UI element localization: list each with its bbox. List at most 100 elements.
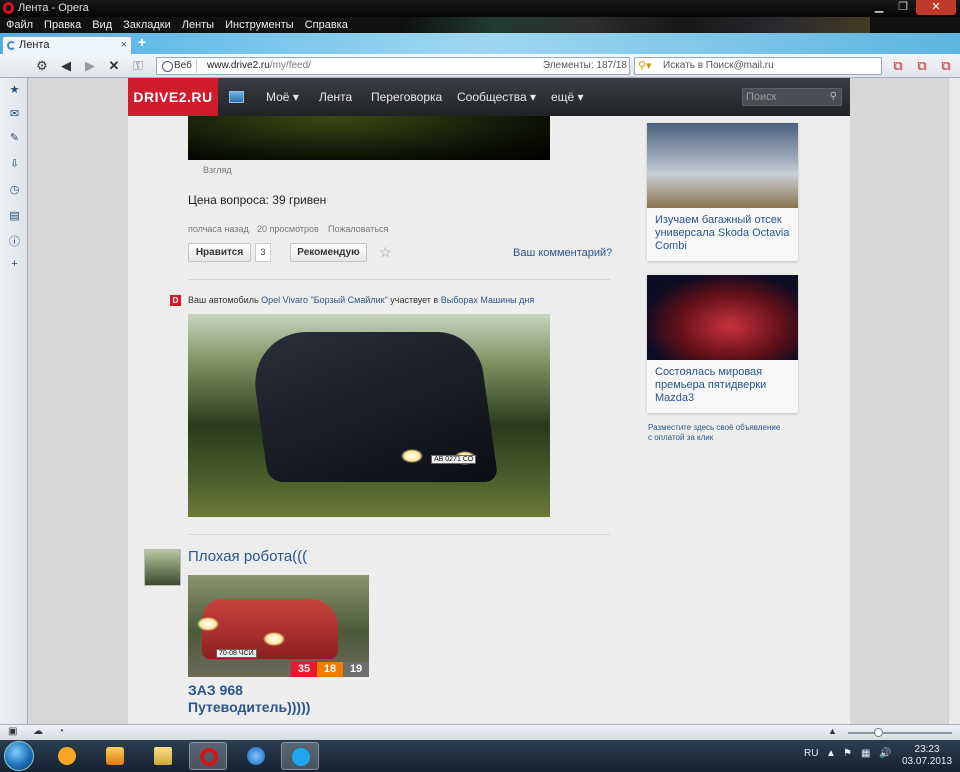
url-text[interactable]: www.drive2.ru/my/feed/	[207, 60, 311, 71]
car-title-link[interactable]: ЗАЗ 968 Путеводитель)))))	[188, 682, 310, 716]
network-icon[interactable]: ▦	[861, 748, 870, 759]
report-link[interactable]: Пожаловаться	[328, 224, 388, 234]
taskbar-explorer[interactable]	[144, 742, 182, 770]
post-views: 20 просмотров	[257, 224, 319, 234]
search-icon[interactable]: ⚲	[830, 91, 837, 102]
ad-caption[interactable]: Изучаем багажный отсек универсала Skoda …	[647, 208, 798, 261]
like-button[interactable]: Нравится	[188, 243, 251, 262]
windows-taskbar: RU ▲ ⚑ ▦ 🔊 23:23 03.07.2013	[0, 740, 960, 772]
favorite-star-icon[interactable]: ☆	[379, 244, 392, 261]
language-indicator[interactable]: RU	[804, 748, 818, 759]
stop-button[interactable]: ✕	[106, 58, 122, 74]
nav-feed[interactable]: Лента	[319, 90, 352, 104]
toolbar-icon-3[interactable]: ⧉	[938, 58, 954, 74]
minimize-button[interactable]: ▁	[868, 0, 890, 15]
recommend-button[interactable]: Рекомендую	[290, 243, 367, 262]
menu-bookmarks[interactable]: Закладки	[123, 19, 171, 31]
title-bar: Лента - Opera ▁ ❐ ✕	[0, 0, 960, 17]
toolbar-icon-2[interactable]: ⧉	[914, 58, 930, 74]
start-button[interactable]	[4, 741, 34, 771]
menu-edit[interactable]: Правка	[44, 19, 81, 31]
taskbar-aimp[interactable]	[48, 742, 86, 770]
page-viewport: DRIVE2.RU Моё ▾ Лента Переговорка Сообще…	[28, 78, 948, 724]
close-button[interactable]: ✕	[916, 0, 956, 15]
back-button[interactable]: ◀	[58, 58, 74, 74]
menu-file[interactable]: Файл	[6, 19, 33, 31]
panels-icon[interactable]: ▤	[8, 210, 21, 223]
forward-button[interactable]: ▶	[82, 58, 98, 74]
site-logo[interactable]: DRIVE2.RU	[128, 78, 218, 116]
status-bar: ▣ ☁ ◔ ▲	[0, 724, 960, 740]
post-photo[interactable]	[188, 116, 550, 160]
opera-logo-icon	[3, 2, 14, 14]
ad-image[interactable]	[647, 123, 798, 208]
menu-bar: Файл Правка Вид Закладки Ленты Инструмен…	[0, 17, 960, 33]
new-tab-button[interactable]: +	[135, 35, 149, 50]
taskbar-opera[interactable]	[189, 742, 227, 770]
turbo-icon[interactable]: ◔	[58, 726, 64, 737]
taskbar-media-player[interactable]	[96, 742, 134, 770]
downloads-icon[interactable]: ⇩	[8, 158, 21, 171]
car-of-day-notice: Ваш автомобиль Opel Vivaro "Борзый Смайл…	[188, 295, 535, 305]
tab-feed[interactable]: Лента ×	[2, 36, 132, 54]
unite-icon[interactable]: ☁	[33, 726, 43, 737]
volume-icon[interactable]: 🔊	[879, 748, 891, 759]
navigation-bar: ⚙ ◀ ▶ ✕ ⚿ Веб www.drive2.ru/my/feed/ Эле…	[0, 54, 960, 78]
action-center-icon[interactable]: ⚑	[843, 748, 852, 759]
info-icon[interactable]: ⓘ	[8, 236, 21, 249]
place-ad-link[interactable]: Разместите здесь своё объявление с оплат…	[648, 423, 780, 443]
zoom-handle[interactable]	[874, 728, 883, 737]
bookmarks-icon[interactable]: ★	[8, 84, 21, 97]
search-engine-icon[interactable]: ⚲▾	[638, 59, 652, 72]
ad-caption[interactable]: Состоялась мировая премьера пятидверки M…	[647, 360, 798, 413]
page-scrollbar[interactable]	[948, 78, 960, 724]
menu-help[interactable]: Справка	[305, 19, 348, 31]
ad-image[interactable]	[647, 275, 798, 360]
key-icon[interactable]: ⚿	[130, 58, 146, 74]
taskbar-skype[interactable]	[281, 742, 319, 770]
loading-icon	[7, 41, 16, 50]
zoom-slider[interactable]	[848, 732, 952, 734]
address-field[interactable]: Веб www.drive2.ru/my/feed/ Элементы: 187…	[156, 57, 630, 75]
menu-feeds[interactable]: Ленты	[182, 19, 214, 31]
notes-icon[interactable]: ✎	[8, 132, 21, 145]
tab-label: Лента	[19, 39, 50, 51]
tray-expand-icon[interactable]: ▲	[826, 748, 836, 759]
garage-icon[interactable]	[229, 91, 244, 103]
side-panel: ★ ✉ ✎ ⇩ ◷ ▤ ⓘ +	[0, 78, 28, 724]
panel-toggle-icon[interactable]: ▣	[8, 726, 17, 737]
car-link[interactable]: Opel Vivaro "Борзый Смайлик"	[261, 295, 388, 305]
add-panel-icon[interactable]: +	[8, 258, 21, 271]
site-header: DRIVE2.RU Моё ▾ Лента Переговорка Сообще…	[128, 78, 850, 116]
site-search-input[interactable]: Поиск ⚲	[742, 88, 842, 106]
menu-tools[interactable]: Инструменты	[225, 19, 294, 31]
comment-link[interactable]: Ваш комментарий?	[513, 247, 612, 259]
ad-card-mazda[interactable]: Состоялась мировая премьера пятидверки M…	[647, 275, 798, 413]
history-icon[interactable]: ◷	[8, 184, 21, 197]
nav-communities[interactable]: Сообщества ▾	[457, 90, 536, 104]
drive2-badge-icon: D	[170, 295, 181, 306]
nav-my[interactable]: Моё ▾	[266, 90, 299, 104]
search-input[interactable]: ⚲▾ Искать в Поиск@mail.ru	[634, 57, 882, 75]
window-title: Лента - Opera	[18, 2, 89, 14]
tab-close-icon[interactable]: ×	[121, 39, 127, 51]
web-mode-label[interactable]: Веб	[160, 59, 197, 73]
zoom-up-icon[interactable]: ▲	[828, 726, 837, 736]
taskbar-ie[interactable]	[237, 742, 275, 770]
menu-view[interactable]: Вид	[92, 19, 112, 31]
speed-dial-icon[interactable]: ⚙	[34, 58, 50, 74]
toolbar-icon-1[interactable]: ⧉	[890, 58, 906, 74]
car-photo-zaz[interactable]: 70-08 ЧСИ 35 18 19	[188, 575, 369, 677]
car-photo-opel[interactable]: АВ 0271 СО	[188, 314, 550, 517]
nav-more[interactable]: ещё ▾	[551, 90, 584, 104]
mail-icon[interactable]: ✉	[8, 108, 21, 121]
post-title[interactable]: Плохая робота(((	[188, 548, 307, 565]
avatar[interactable]	[144, 549, 181, 586]
contest-link[interactable]: Выборах Машины дня	[441, 295, 535, 305]
nav-talks[interactable]: Переговорка	[371, 90, 442, 104]
clock[interactable]: 23:23 03.07.2013	[902, 744, 952, 768]
ad-card-skoda[interactable]: Изучаем багажный отсек универсала Skoda …	[647, 123, 798, 261]
tab-bar: Лента × +	[0, 33, 960, 54]
maximize-button[interactable]: ❐	[892, 0, 914, 15]
plate: 70-08 ЧСИ	[216, 649, 257, 658]
